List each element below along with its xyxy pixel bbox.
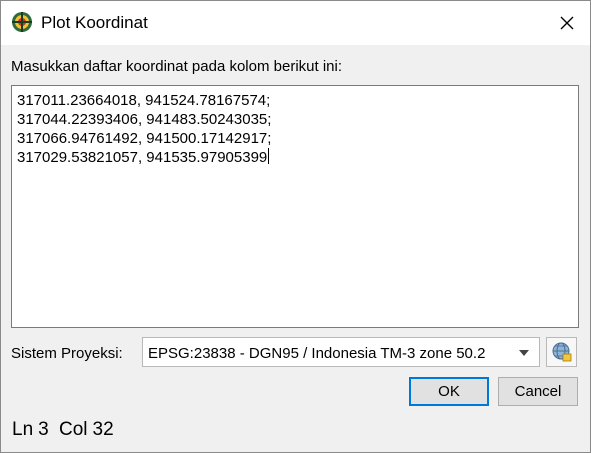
close-x-icon [560, 16, 574, 30]
projection-select[interactable]: EPSG:23838 - DGN95 / Indonesia TM-3 zone… [142, 337, 540, 367]
ok-button[interactable]: OK [409, 377, 489, 406]
coordinate-line: 317044.22393406, 941483.50243035; [17, 111, 272, 128]
close-button[interactable] [544, 1, 590, 45]
title-bar: Plot Koordinat [1, 1, 590, 45]
column-label: Col [59, 419, 88, 440]
coordinate-line-text: 317029.53821057, 941535.97905399 [17, 149, 268, 166]
column-value: 32 [92, 419, 114, 440]
cancel-button[interactable]: Cancel [498, 377, 578, 406]
instruction-label: Masukkan daftar koordinat pada kolom ber… [11, 58, 343, 75]
chevron-down-icon [519, 350, 529, 356]
globe-crs-icon [552, 342, 571, 362]
coordinates-text: 317011.23664018, 941524.78167574; 317044… [17, 91, 271, 167]
projection-selected-value: EPSG:23838 - DGN95 / Indonesia TM-3 zone… [148, 345, 486, 362]
line-label: Ln [12, 419, 34, 440]
line-value: 3 [38, 419, 49, 440]
cursor-position-status: Ln 3 Col 32 [12, 419, 119, 441]
text-caret [268, 148, 270, 164]
crs-picker-button[interactable] [546, 337, 577, 367]
plot-koordinat-dialog: Plot Koordinat Masukkan daftar koordinat… [0, 0, 591, 453]
projection-label: Sistem Proyeksi: [11, 345, 123, 362]
coordinate-line: 317066.94761492, 941500.17142917; [17, 130, 272, 147]
coordinate-line: 317011.23664018, 941524.78167574; [17, 92, 271, 109]
coordinates-textarea[interactable]: 317011.23664018, 941524.78167574; 317044… [11, 85, 579, 328]
coordinate-line-last: 317029.53821057, 941535.97905399 [17, 148, 271, 167]
window-title: Plot Koordinat [41, 13, 148, 32]
qgis-globe-icon [12, 12, 32, 32]
